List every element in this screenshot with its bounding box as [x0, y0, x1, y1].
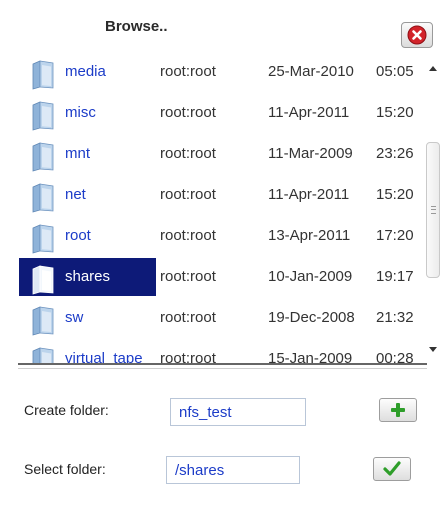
file-owner: root:root [160, 227, 216, 244]
file-owner: root:root [160, 186, 216, 203]
create-folder-input[interactable]: nfs_test [170, 398, 306, 426]
file-time: 05:05 [376, 63, 414, 80]
file-date: 11-Apr-2011 [268, 186, 350, 203]
file-list: media root:root 25-Mar-2010 05:05 misc r… [0, 52, 444, 364]
select-folder-button[interactable] [373, 457, 411, 481]
folder-icon [29, 142, 57, 172]
file-row[interactable]: virtual_tape root:root 15-Jan-2009 00:28 [0, 339, 420, 364]
file-date: 13-Apr-2011 [268, 227, 351, 244]
file-owner: root:root [160, 309, 216, 326]
select-folder-input[interactable]: /shares [166, 456, 300, 484]
file-row[interactable]: misc root:root 11-Apr-2011 15:20 [0, 93, 420, 134]
file-row[interactable]: mnt root:root 11-Mar-2009 23:26 [0, 134, 420, 175]
file-name-link[interactable]: sw [65, 309, 83, 326]
file-owner: root:root [160, 104, 216, 121]
dialog-title: Browse.. [105, 18, 168, 35]
file-time: 15:20 [376, 186, 414, 203]
folder-icon [29, 101, 57, 131]
file-time: 19:17 [376, 268, 414, 285]
grip-icon [431, 206, 436, 214]
plus-icon [391, 403, 405, 417]
folder-icon [29, 224, 57, 254]
file-time: 23:26 [376, 145, 414, 162]
folder-icon [29, 306, 57, 336]
file-date: 11-Mar-2009 [268, 145, 353, 162]
file-name-link[interactable]: mnt [65, 145, 90, 162]
folder-icon [29, 347, 57, 364]
file-time: 17:20 [376, 227, 414, 244]
file-owner: root:root [160, 350, 216, 364]
file-name-link[interactable]: misc [65, 104, 96, 121]
file-owner: root:root [160, 145, 216, 162]
file-name-link[interactable]: virtual_tape [65, 350, 143, 364]
scroll-down-arrow-icon[interactable] [429, 347, 437, 352]
divider [18, 363, 427, 369]
vertical-scrollbar[interactable] [424, 58, 444, 361]
file-date: 10-Jan-2009 [268, 268, 353, 285]
scroll-up-arrow-icon[interactable] [429, 66, 437, 71]
select-folder-label: Select folder: [24, 461, 106, 477]
checkmark-icon [383, 461, 401, 476]
file-row[interactable]: net root:root 11-Apr-2011 15:20 [0, 175, 420, 216]
file-date: 25-Mar-2010 [268, 63, 354, 80]
folder-icon [29, 265, 57, 295]
folder-icon [29, 60, 57, 90]
file-row[interactable]: root root:root 13-Apr-2011 17:20 [0, 216, 420, 257]
file-time: 21:32 [376, 309, 414, 326]
create-folder-label: Create folder: [24, 402, 109, 418]
close-icon [407, 25, 427, 45]
scrollbar-thumb[interactable] [426, 142, 440, 278]
file-name-link[interactable]: net [65, 186, 86, 203]
create-folder-button[interactable] [379, 398, 417, 422]
file-row[interactable]: media root:root 25-Mar-2010 05:05 [0, 52, 420, 93]
file-name-link[interactable]: shares [65, 268, 110, 285]
close-button[interactable] [401, 22, 433, 48]
file-date: 19-Dec-2008 [268, 309, 355, 326]
file-date: 15-Jan-2009 [268, 350, 353, 364]
file-row[interactable]: sw root:root 19-Dec-2008 21:32 [0, 298, 420, 339]
folder-icon [29, 183, 57, 213]
file-row[interactable]: shares root:root 10-Jan-2009 19:17 [0, 257, 420, 298]
file-time: 15:20 [376, 104, 414, 121]
file-owner: root:root [160, 63, 216, 80]
file-name-link[interactable]: root [65, 227, 91, 244]
file-name-link[interactable]: media [65, 63, 106, 80]
file-date: 11-Apr-2011 [268, 104, 350, 121]
file-owner: root:root [160, 268, 216, 285]
file-time: 00:28 [376, 350, 414, 364]
